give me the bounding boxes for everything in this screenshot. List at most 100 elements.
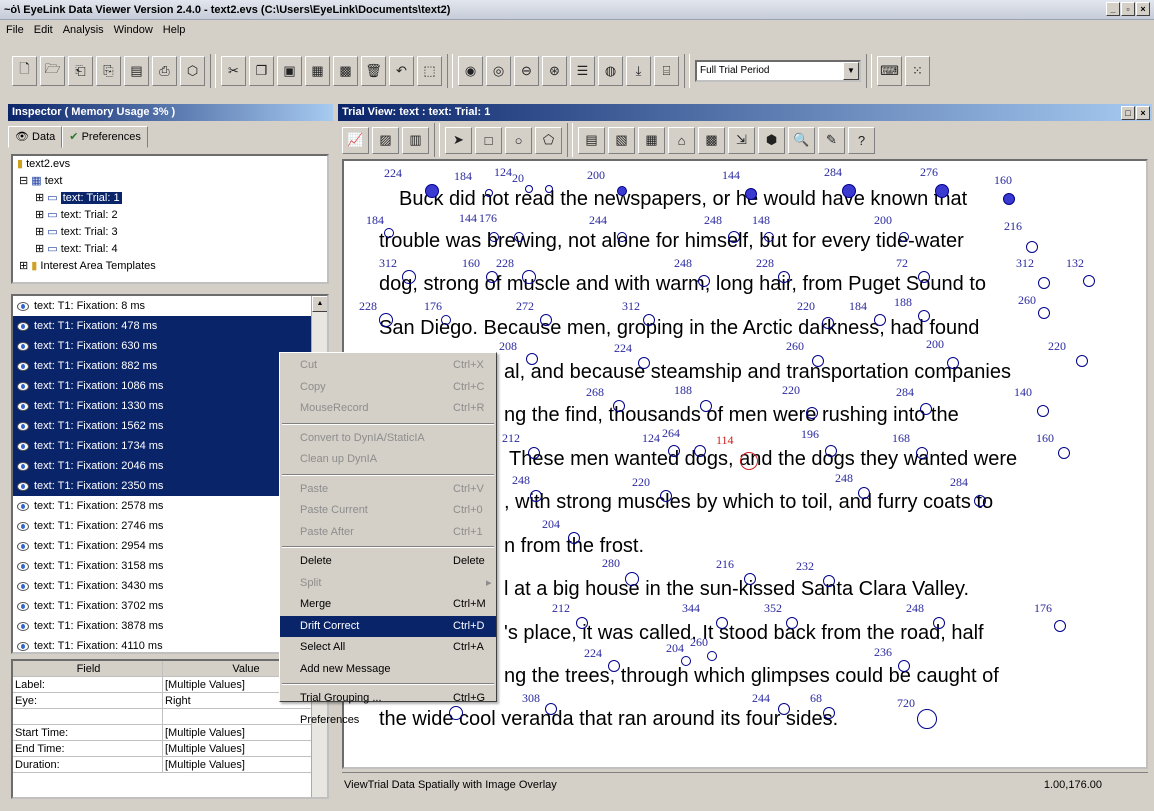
fixation-marker[interactable] <box>681 656 691 666</box>
fixation-marker[interactable] <box>744 573 756 585</box>
delete-icon[interactable]: 🗑 <box>361 56 386 86</box>
tree-item-session[interactable]: ▮ text2.evs <box>13 156 327 173</box>
close-button[interactable]: × <box>1136 2 1150 16</box>
fixation-marker[interactable] <box>425 184 439 198</box>
fixation-marker[interactable] <box>933 617 945 629</box>
ellipse-icon[interactable]: ○ <box>505 126 532 154</box>
ia-template-icon[interactable]: ▦ <box>638 126 665 154</box>
fixation-marker[interactable] <box>528 447 540 459</box>
fixation-marker[interactable] <box>899 232 909 242</box>
tree-item-templates[interactable]: ⊞ ▮ Interest Area Templates <box>13 258 327 275</box>
fixation-marker[interactable] <box>858 487 870 499</box>
fixation-marker[interactable] <box>1037 405 1049 417</box>
fixation-marker[interactable] <box>786 617 798 629</box>
paste-after-icon[interactable]: ▩ <box>333 56 358 86</box>
fixation-marker[interactable] <box>1076 355 1088 367</box>
scroll-up-icon[interactable]: ▲ <box>312 296 327 312</box>
fixation-marker[interactable] <box>668 445 680 457</box>
fixation-marker[interactable] <box>974 495 986 507</box>
fixation-marker[interactable] <box>608 660 620 672</box>
fixation-marker[interactable] <box>917 709 937 729</box>
context-menu-item-mouserecord[interactable]: MouseRecord Ctrl+R <box>280 398 496 420</box>
fixation-marker[interactable] <box>842 184 856 198</box>
message-icon[interactable]: ☰ <box>570 56 595 86</box>
fixation-marker[interactable] <box>740 452 758 470</box>
paste-icon[interactable]: ▣ <box>277 56 302 86</box>
tree-item-trial-3[interactable]: ⊞ ▭ text: Trial: 3 <box>13 224 327 241</box>
context-menu-item-add-new-message[interactable]: Add new Message <box>280 659 496 681</box>
target-icon[interactable]: ◍ <box>598 56 623 86</box>
fixation-marker[interactable] <box>694 445 706 457</box>
fixation-marker[interactable] <box>625 572 639 586</box>
context-menu-item-split[interactable]: Split ▸ <box>280 573 496 595</box>
fixation-marker[interactable] <box>918 271 930 283</box>
menu-window[interactable]: Window <box>114 24 153 36</box>
edit-image-icon[interactable]: ✎ <box>818 126 845 154</box>
fixation-marker[interactable] <box>778 271 790 283</box>
fixation-marker[interactable] <box>823 575 835 587</box>
fixation-marker[interactable] <box>947 357 959 369</box>
fixation-marker[interactable] <box>728 231 740 243</box>
fixation-marker[interactable] <box>514 232 524 242</box>
blink-icon[interactable]: ⊖ <box>514 56 539 86</box>
fixation-marker[interactable] <box>568 532 580 544</box>
fixation-marker[interactable] <box>530 490 542 502</box>
button-icon[interactable]: ⌸ <box>654 56 679 86</box>
export-icon[interactable]: ⇲ <box>728 126 755 154</box>
import-icon[interactable]: ⎗ <box>68 56 93 86</box>
animation-icon[interactable]: ▥ <box>402 126 429 154</box>
fixation-marker[interactable] <box>1003 193 1015 205</box>
saccade-icon[interactable]: ◎ <box>486 56 511 86</box>
fixation-marker[interactable] <box>643 314 655 326</box>
event-list-item[interactable]: text: T1: Fixation: 478 ms <box>13 316 327 336</box>
fixation-marker[interactable] <box>576 617 588 629</box>
fixation-marker[interactable] <box>898 660 910 672</box>
fixation-marker[interactable] <box>545 703 557 715</box>
menu-help[interactable]: Help <box>163 24 186 36</box>
tree-item-text[interactable]: ⊟ ▦ text <box>13 173 327 190</box>
tree-item-trial-2[interactable]: ⊞ ▭ text: Trial: 2 <box>13 207 327 224</box>
fixation-icon[interactable]: ◉ <box>458 56 483 86</box>
help-icon[interactable]: ? <box>848 126 875 154</box>
sample-icon[interactable]: ⊛ <box>542 56 567 86</box>
fixation-marker[interactable] <box>916 447 928 459</box>
fixation-marker[interactable] <box>825 445 837 457</box>
load-ia-icon[interactable]: ▧ <box>608 126 635 154</box>
pointer-icon[interactable]: ➤ <box>445 126 472 154</box>
fixation-marker[interactable] <box>764 232 774 242</box>
line-chart-icon[interactable]: 📈 <box>342 126 369 154</box>
import-multiple-icon[interactable]: ⎘ <box>96 56 121 86</box>
freehand-icon[interactable]: ⬠ <box>535 126 562 154</box>
trial-period-select[interactable]: Full Trial Period ▼ <box>695 60 861 82</box>
close-panel-button[interactable]: × <box>1136 106 1150 120</box>
context-menu-item-cut[interactable]: Cut Ctrl+X <box>280 355 496 377</box>
context-menu-item-clean-up-dynia[interactable]: Clean up DynIA <box>280 449 496 471</box>
context-menu-item-paste[interactable]: Paste Ctrl+V <box>280 479 496 501</box>
input-icon[interactable]: ⤓ <box>626 56 651 86</box>
fixation-marker[interactable] <box>402 270 416 284</box>
maximize-panel-button[interactable]: □ <box>1121 106 1135 120</box>
print-icon[interactable]: ⎙ <box>152 56 177 86</box>
fixation-marker[interactable] <box>613 400 625 412</box>
cut-icon[interactable]: ✂ <box>221 56 246 86</box>
fixation-marker[interactable] <box>1026 241 1038 253</box>
context-menu-item-merge[interactable]: Merge Ctrl+M <box>280 594 496 616</box>
menu-edit[interactable]: Edit <box>34 24 53 36</box>
fixation-marker[interactable] <box>823 707 835 719</box>
console-icon[interactable]: ⌨ <box>877 56 902 86</box>
fixation-marker[interactable] <box>918 310 930 322</box>
save-icon[interactable]: ▤ <box>124 56 149 86</box>
chevron-down-icon[interactable]: ▼ <box>843 62 859 80</box>
fixation-marker[interactable] <box>489 232 499 242</box>
open-folder-icon[interactable]: 🗁 <box>40 56 65 86</box>
fixation-marker[interactable] <box>617 232 627 242</box>
tab-data[interactable]: 👁 Data <box>8 126 63 148</box>
menu-file[interactable]: File <box>6 24 24 36</box>
context-menu-item-convert-to-dynia-staticia[interactable]: Convert to DynIA/StaticIA <box>280 428 496 450</box>
fixation-marker[interactable] <box>379 313 393 327</box>
save-ia-icon[interactable]: ▤ <box>578 126 605 154</box>
maximize-button[interactable]: ▫ <box>1121 2 1135 16</box>
rectangle-icon[interactable]: □ <box>475 126 502 154</box>
fixation-marker[interactable] <box>526 353 538 365</box>
new-file-icon[interactable]: 🗋 <box>12 56 37 86</box>
